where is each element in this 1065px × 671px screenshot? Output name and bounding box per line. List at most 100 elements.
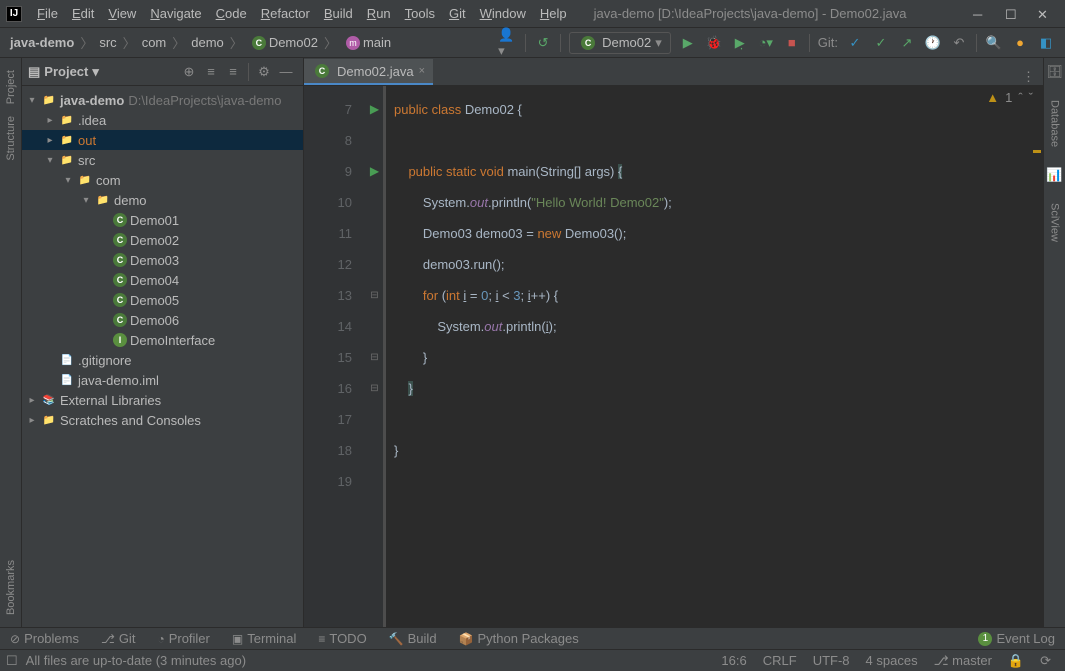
- menu-code[interactable]: Code: [209, 6, 254, 21]
- tree-class-demo04[interactable]: CDemo04: [22, 270, 303, 290]
- run-gutter-icon[interactable]: ▶: [370, 156, 379, 187]
- fold-icon[interactable]: ⊟: [370, 373, 378, 404]
- tree-out[interactable]: ▸📁out: [22, 130, 303, 150]
- sync-icon[interactable]: ↺: [533, 33, 553, 53]
- tab-bookmarks[interactable]: Bookmarks: [5, 554, 17, 621]
- status-sync-icon[interactable]: ⟳: [1032, 653, 1059, 669]
- history-icon[interactable]: 🕐: [923, 33, 943, 53]
- tw-eventlog[interactable]: 1 Event Log: [974, 631, 1059, 646]
- maximize-button[interactable]: ☐: [1005, 7, 1019, 21]
- tab-database[interactable]: Database: [1049, 94, 1061, 153]
- menu-refactor[interactable]: Refactor: [254, 6, 317, 21]
- tree-idea[interactable]: ▸📁.idea: [22, 110, 303, 130]
- tree-scratches[interactable]: ▸📁Scratches and Consoles: [22, 410, 303, 430]
- sciview-icon[interactable]: 📊: [1046, 167, 1062, 183]
- run-gutter-icon[interactable]: ▶: [370, 94, 379, 125]
- debug-button[interactable]: 🐞: [704, 33, 724, 53]
- menu-edit[interactable]: Edit: [65, 6, 101, 21]
- git-commit-icon[interactable]: ✓: [871, 33, 891, 53]
- tw-todo[interactable]: ≡ TODO: [314, 631, 370, 646]
- crumb-demo[interactable]: demo: [187, 35, 228, 50]
- crumb-com[interactable]: com: [138, 35, 171, 50]
- tree-src[interactable]: ▾📁src: [22, 150, 303, 170]
- select-opened-icon[interactable]: ⊕: [180, 63, 198, 81]
- tree-class-demo06[interactable]: CDemo06: [22, 310, 303, 330]
- prev-highlight-icon[interactable]: ˆ: [1018, 90, 1022, 105]
- menu-tools[interactable]: Tools: [398, 6, 442, 21]
- collapse-all-icon[interactable]: ≡: [224, 63, 242, 81]
- tab-structure[interactable]: Structure: [5, 110, 17, 167]
- status-window-icon[interactable]: ☐: [6, 653, 18, 669]
- minimize-button[interactable]: ─: [973, 7, 987, 21]
- tw-problems[interactable]: ⊘ Problems: [6, 631, 83, 646]
- search-icon[interactable]: 🔍: [984, 33, 1004, 53]
- fold-icon[interactable]: ⊟: [370, 342, 378, 373]
- hide-panel-icon[interactable]: —: [277, 63, 295, 81]
- toolbox-icon[interactable]: ◧: [1036, 33, 1056, 53]
- tree-class-demo05[interactable]: CDemo05: [22, 290, 303, 310]
- tree-interface[interactable]: IDemoInterface: [22, 330, 303, 350]
- tw-terminal[interactable]: ▣ Terminal: [228, 631, 300, 646]
- status-branch[interactable]: ⎇ master: [926, 653, 1000, 669]
- status-lock-icon[interactable]: 🔒: [1000, 653, 1032, 669]
- title-bar: IJ FileEditViewNavigateCodeRefactorBuild…: [0, 0, 1065, 28]
- close-button[interactable]: ✕: [1037, 7, 1051, 21]
- run-config-selector[interactable]: C Demo02▾: [569, 32, 671, 54]
- menu-help[interactable]: Help: [533, 6, 574, 21]
- menu-window[interactable]: Window: [473, 6, 533, 21]
- tree-gitignore[interactable]: 📄.gitignore: [22, 350, 303, 370]
- tw-python[interactable]: 📦 Python Packages: [455, 631, 583, 646]
- next-highlight-icon[interactable]: ˇ: [1029, 90, 1033, 105]
- crumb-class[interactable]: CDemo02: [245, 35, 322, 50]
- add-user-icon[interactable]: 👤▾: [498, 33, 518, 53]
- crumb-method[interactable]: mmain: [339, 35, 395, 50]
- coverage-button[interactable]: ▶̣: [730, 33, 750, 53]
- crumb-src[interactable]: src: [95, 35, 120, 50]
- inspection-widget[interactable]: ▲ 1 ˆ ˇ: [986, 90, 1033, 105]
- fold-icon[interactable]: ⊟: [370, 280, 378, 311]
- git-push-icon[interactable]: ↗: [897, 33, 917, 53]
- tree-iml[interactable]: 📄java-demo.iml: [22, 370, 303, 390]
- ide-updates-icon[interactable]: ●: [1010, 33, 1030, 53]
- menu-run[interactable]: Run: [360, 6, 398, 21]
- profile-button[interactable]: ◔▾: [756, 33, 776, 53]
- menu-file[interactable]: File: [30, 6, 65, 21]
- menu-build[interactable]: Build: [317, 6, 360, 21]
- editor-tabbar: C Demo02.java × ⋮: [304, 58, 1043, 86]
- tree-class-demo03[interactable]: CDemo03: [22, 250, 303, 270]
- tree-class-demo01[interactable]: CDemo01: [22, 210, 303, 230]
- menu-view[interactable]: View: [101, 6, 143, 21]
- menu-git[interactable]: Git: [442, 6, 473, 21]
- code-content[interactable]: public class Demo02 { public static void…: [383, 86, 1043, 627]
- tab-more-icon[interactable]: ⋮: [1014, 69, 1043, 85]
- tree-root[interactable]: ▾📁java-demoD:\IdeaProjects\java-demo: [22, 90, 303, 110]
- error-stripe-mark[interactable]: [1033, 150, 1041, 153]
- close-tab-icon[interactable]: ×: [419, 65, 425, 77]
- status-encoding[interactable]: UTF-8: [805, 653, 858, 668]
- tab-demo02[interactable]: C Demo02.java ×: [304, 59, 433, 85]
- tw-git[interactable]: ⎇ Git: [97, 631, 139, 646]
- settings-icon[interactable]: ⚙: [255, 63, 273, 81]
- run-button[interactable]: ▶: [678, 33, 698, 53]
- tab-project[interactable]: Project: [5, 64, 17, 110]
- window-title: java-demo [D:\IdeaProjects\java-demo] - …: [594, 6, 973, 21]
- status-line-sep[interactable]: CRLF: [755, 653, 805, 668]
- tree-com[interactable]: ▾📁com: [22, 170, 303, 190]
- tw-profiler[interactable]: ◔ Profiler: [153, 631, 213, 646]
- tw-build[interactable]: 🔨 Build: [385, 631, 441, 646]
- tab-sciview[interactable]: SciView: [1049, 197, 1061, 248]
- database-icon[interactable]: 🗄: [1046, 64, 1063, 80]
- status-indent[interactable]: 4 spaces: [858, 653, 926, 668]
- stop-button[interactable]: ■: [782, 33, 802, 53]
- git-pull-icon[interactable]: ✓: [845, 33, 865, 53]
- expand-all-icon[interactable]: ≡: [202, 63, 220, 81]
- tree-class-demo02[interactable]: CDemo02: [22, 230, 303, 250]
- code-editor[interactable]: 78910111213141516171819 ▶ ▶ ⊟ ⊟ ⊟ public…: [304, 86, 1043, 627]
- panel-title[interactable]: ▤ Project ▾: [28, 64, 99, 80]
- crumb-project[interactable]: java-demo: [6, 35, 78, 50]
- rollback-icon[interactable]: ↶: [949, 33, 969, 53]
- menu-navigate[interactable]: Navigate: [143, 6, 208, 21]
- tree-demo[interactable]: ▾📁demo: [22, 190, 303, 210]
- tree-external[interactable]: ▸📚External Libraries: [22, 390, 303, 410]
- status-position[interactable]: 16:6: [713, 653, 754, 668]
